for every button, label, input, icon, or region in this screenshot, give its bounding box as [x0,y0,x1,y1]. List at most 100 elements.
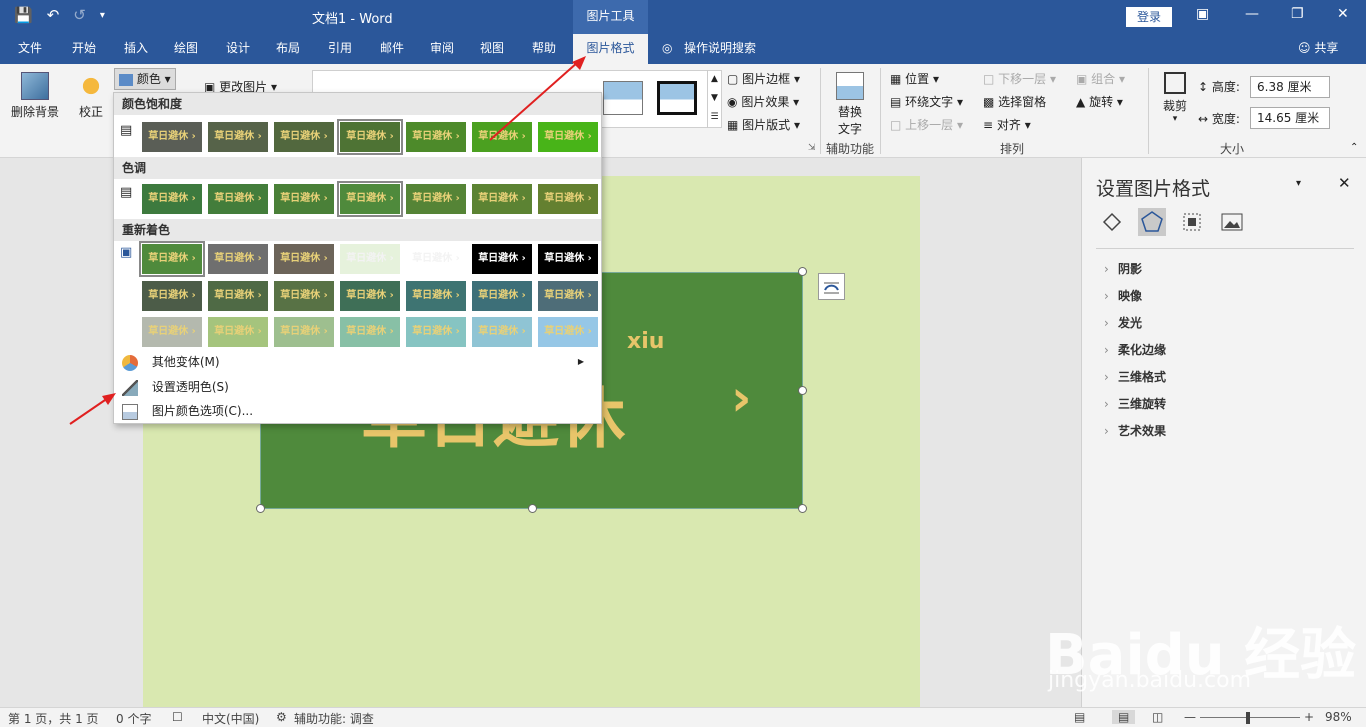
color-swatch[interactable]: 草日避休 › [208,281,268,311]
dialog-launcher-icon[interactable]: ⇲ [808,143,816,153]
color-swatch[interactable]: 草日避休 › [142,184,202,214]
width-input[interactable]: 14.65 厘米 [1250,107,1330,129]
status-page[interactable]: 第 1 页，共 1 页 [8,710,99,727]
color-swatch[interactable]: 草日避休 › [208,184,268,214]
color-swatch[interactable]: 草日避休 › [406,317,466,347]
color-swatch[interactable]: 草日避休 › [139,241,205,277]
color-swatch[interactable]: 草日避休 › [274,281,334,311]
ribbon-display-icon[interactable]: ▣ [1196,6,1209,22]
tab-help[interactable]: 帮助 [522,34,566,64]
read-mode-icon[interactable]: ▤ [1074,710,1085,724]
effects-tab-icon[interactable] [1138,208,1166,236]
style-thumb[interactable] [657,81,697,115]
pane-section-item[interactable]: › 三维格式 [1104,368,1166,385]
send-backward-button[interactable]: □ 下移一层 ▾ [983,70,1056,87]
color-swatch[interactable]: 草日避休 › [340,244,400,274]
color-swatch[interactable]: 草日避休 › [538,184,598,214]
pane-section-item[interactable]: › 艺术效果 [1104,422,1166,439]
color-swatch[interactable]: 草日避休 › [472,122,532,152]
status-words[interactable]: 0 个字 [116,710,151,727]
color-swatch[interactable]: 草日避休 › [406,122,466,152]
proofing-icon[interactable]: ☐ [172,710,183,724]
print-layout-icon[interactable]: ▤ [1112,710,1136,724]
wrap-text-button[interactable]: ▤ 环绕文字 ▾ [890,93,963,110]
resize-handle[interactable] [798,267,807,276]
color-swatch[interactable]: 草日避休 › [274,122,334,152]
tab-mailings[interactable]: 邮件 [370,34,414,64]
layout-options-button[interactable] [818,273,845,300]
status-accessibility[interactable]: 辅助功能: 调查 [294,710,374,727]
color-swatch[interactable]: 草日避休 › [337,181,403,217]
gallery-scroll[interactable]: ▲ ▼ ☰ [707,70,721,128]
align-button[interactable]: ≡ 对齐 ▾ [983,116,1031,133]
resize-handle[interactable] [798,386,807,395]
set-transparent-item[interactable]: 设置透明色(S) [122,375,592,399]
picture-effects-button[interactable]: ◉ 图片效果 ▾ [727,93,799,110]
color-swatch[interactable]: 草日避休 › [142,122,202,152]
undo-icon[interactable]: ↶ [47,6,60,24]
pane-section-item[interactable]: › 发光 [1104,314,1142,331]
color-options-item[interactable]: 图片颜色选项(C)... [122,399,592,423]
group-button[interactable]: ▣ 组合 ▾ [1076,70,1125,87]
more-variants-item[interactable]: 其他变体(M) ▶ [122,350,592,374]
color-swatch[interactable]: 草日避休 › [142,281,202,311]
tell-me-search[interactable]: ◎ 操作说明搜索 [662,34,756,62]
size-properties-icon[interactable] [1178,208,1206,236]
rotate-button[interactable]: ▲ 旋转 ▾ [1076,93,1123,110]
color-swatch[interactable]: 草日避休 › [472,317,532,347]
color-swatch[interactable]: 草日避休 › [538,244,598,274]
color-swatch[interactable]: 草日避休 › [538,281,598,311]
fill-line-icon[interactable] [1098,208,1126,236]
pane-menu-icon[interactable]: ▾ [1296,178,1301,189]
zoom-slider[interactable] [1200,717,1300,718]
tab-draw[interactable]: 绘图 [164,34,208,64]
color-swatch[interactable]: 草日避休 › [340,281,400,311]
selection-pane-button[interactable]: ▩ 选择窗格 [983,93,1046,110]
color-swatch[interactable]: 草日避休 › [538,122,598,152]
crop-button[interactable]: 裁剪 ▾ [1158,72,1192,124]
resize-handle[interactable] [256,504,265,513]
customize-qat-icon[interactable]: ▾ [100,10,105,21]
tab-layout[interactable]: 布局 [266,34,310,64]
redo-icon[interactable]: ↺ [73,6,86,24]
color-button[interactable]: 颜色 ▾ [114,68,176,90]
color-swatch[interactable]: 草日避休 › [472,184,532,214]
status-zoom[interactable]: 98% [1325,710,1352,724]
tab-design[interactable]: 设计 [216,34,260,64]
color-swatch[interactable]: 草日避休 › [472,244,532,274]
zoom-in-icon[interactable]: + [1304,710,1314,724]
zoom-out-icon[interactable]: — [1184,710,1196,724]
color-swatch[interactable]: 草日避休 › [406,244,466,274]
color-swatch[interactable]: 草日避休 › [274,317,334,347]
color-swatch[interactable]: 草日避休 › [337,119,403,155]
color-swatch[interactable]: 草日避休 › [340,317,400,347]
tab-insert[interactable]: 插入 [114,34,158,64]
color-swatch[interactable]: 草日避休 › [538,317,598,347]
pane-section-item[interactable]: › 三维旋转 [1104,395,1166,412]
restore-icon[interactable]: ❐ [1291,6,1304,22]
minimize-icon[interactable]: — [1245,6,1259,22]
color-swatch[interactable]: 草日避休 › [208,317,268,347]
close-icon[interactable]: ✕ [1337,6,1349,22]
zoom-slider-thumb[interactable] [1246,712,1250,724]
tab-review[interactable]: 审阅 [420,34,464,64]
color-swatch[interactable]: 草日避休 › [208,244,268,274]
resize-handle[interactable] [528,504,537,513]
alt-text-button[interactable]: 替换 文字 [832,72,868,137]
tab-home[interactable]: 开始 [62,34,106,64]
height-input[interactable]: 6.38 厘米 [1250,76,1330,98]
share-button[interactable]: ☺ 共享 [1298,34,1338,62]
position-button[interactable]: ▦ 位置 ▾ [890,70,939,87]
color-swatch[interactable]: 草日避休 › [208,122,268,152]
pane-section-item[interactable]: › 阴影 [1104,260,1142,277]
remove-background-button[interactable]: 删除背景 [8,72,62,120]
tab-view[interactable]: 视图 [470,34,514,64]
pane-section-item[interactable]: › 映像 [1104,287,1142,304]
color-swatch[interactable]: 草日避休 › [274,184,334,214]
status-language[interactable]: 中文(中国) [202,710,259,727]
tab-picture-format[interactable]: 图片格式 [573,34,648,64]
collapse-ribbon-icon[interactable]: ⌃ [1350,142,1358,153]
pane-close-icon[interactable]: ✕ [1338,174,1351,192]
tab-file[interactable]: 文件 [8,34,52,64]
corrections-button[interactable]: 校正 [72,72,110,120]
